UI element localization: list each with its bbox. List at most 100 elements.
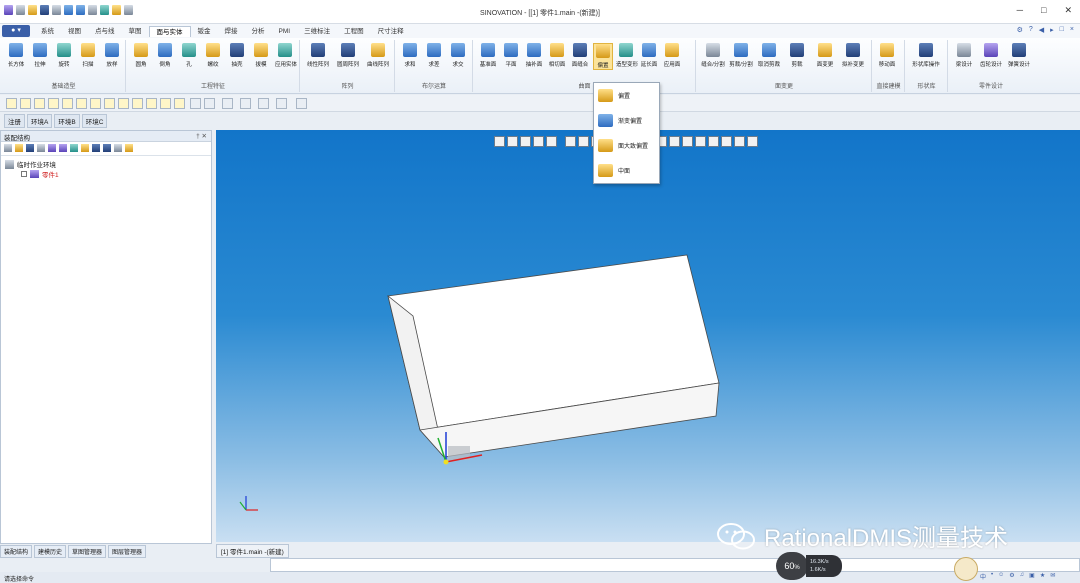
color-icon[interactable]: [59, 144, 67, 152]
edit-icon[interactable]: [48, 144, 56, 152]
dimension-tool-icon[interactable]: [132, 98, 143, 109]
refresh-icon[interactable]: [114, 144, 122, 152]
apply-solid-button[interactable]: 应用实体: [275, 43, 297, 68]
tab-sketch-manager[interactable]: 草图管理器: [68, 545, 107, 558]
loft-button[interactable]: 放样: [102, 43, 122, 68]
menu-item-variable-offset[interactable]: 渐变偏置: [594, 108, 659, 133]
gear-design-button[interactable]: 齿轮设计: [979, 43, 1003, 68]
boolean-union-button[interactable]: 求和: [400, 43, 420, 68]
chamfer-button[interactable]: 倒角: [155, 43, 175, 68]
linear-pattern-button[interactable]: 线性阵列: [305, 43, 331, 68]
prev-icon[interactable]: ◀: [1039, 26, 1044, 34]
sweep-button[interactable]: 扫描: [78, 43, 98, 68]
document-tab[interactable]: [1] 零件1.main -(新建): [216, 544, 289, 558]
link-icon[interactable]: [70, 144, 78, 152]
ime-icon[interactable]: 中: [980, 572, 986, 581]
spring-design-button[interactable]: 弹簧设计: [1007, 43, 1031, 68]
draft-button[interactable]: 拔模: [251, 43, 271, 68]
tool-icon[interactable]: ⚙: [1009, 572, 1014, 581]
tangent-surface-button[interactable]: 相切面: [547, 43, 567, 70]
env-tab-b[interactable]: 环境B: [54, 114, 80, 128]
line-tool-icon[interactable]: [20, 98, 31, 109]
face-modify-button[interactable]: 面变更: [813, 43, 837, 68]
datum-plane-button[interactable]: 基准面: [478, 43, 498, 70]
circular-pattern-button[interactable]: 圆周阵列: [335, 43, 361, 68]
fit-modify-button[interactable]: 拟补变更: [841, 43, 865, 68]
smile-icon[interactable]: ☺: [998, 572, 1004, 581]
help-icon[interactable]: [125, 144, 133, 152]
tab-sheet-metal[interactable]: 钣金: [191, 26, 218, 37]
constraint-tool-icon[interactable]: [146, 98, 157, 109]
beam-design-button[interactable]: 梁设计: [953, 43, 975, 68]
polyline-tool-icon[interactable]: [34, 98, 45, 109]
box-button[interactable]: 长方体: [6, 43, 26, 68]
filter-icon[interactable]: [81, 144, 89, 152]
settings-icon[interactable]: ⚙: [1017, 26, 1023, 34]
pointer-icon[interactable]: [296, 98, 307, 109]
auto-icon[interactable]: [190, 98, 201, 109]
close-button[interactable]: ✕: [1064, 5, 1072, 16]
curve-tool-icon[interactable]: [76, 98, 87, 109]
app-menu-button[interactable]: ● ▾: [2, 25, 30, 37]
dot-icon[interactable]: •: [991, 572, 993, 581]
pin-close-icon[interactable]: † ✕: [196, 132, 207, 140]
tab-history[interactable]: 建模历史: [34, 545, 67, 558]
shape-library-button[interactable]: 形状库操作: [910, 43, 942, 68]
trim-tool-icon[interactable]: [160, 98, 171, 109]
boolean-intersect-button[interactable]: 求交: [448, 43, 468, 68]
save-icon[interactable]: [4, 144, 12, 152]
hole-button[interactable]: 孔: [179, 43, 199, 68]
menu-item-mid-surface[interactable]: 中面: [594, 158, 659, 183]
move-face-button[interactable]: 移动面: [877, 43, 897, 68]
tab-sketch[interactable]: 草图: [122, 26, 149, 37]
fillet-button[interactable]: 圆角: [131, 43, 151, 68]
trim-button[interactable]: 剪裁: [785, 43, 809, 68]
trim-split-button[interactable]: 剪裁/分割: [729, 43, 753, 68]
add-component-icon[interactable]: [15, 144, 23, 152]
sew-surface-button[interactable]: 面缝合: [570, 43, 590, 70]
env-tab-register[interactable]: 注册: [4, 114, 25, 128]
tree-item-part[interactable]: 零件1: [5, 169, 207, 179]
offset-button[interactable]: 偏置: [593, 43, 613, 70]
point-tool-icon[interactable]: [6, 98, 17, 109]
find-next-icon[interactable]: [103, 144, 111, 152]
tab-dimension[interactable]: 尺寸注释: [371, 26, 411, 37]
visibility-checkbox[interactable]: [21, 171, 27, 177]
curve-pattern-button[interactable]: 曲线阵列: [365, 43, 391, 68]
help-icon[interactable]: ?: [1029, 26, 1033, 34]
wave-style-icon[interactable]: [258, 98, 269, 109]
mascot-icon[interactable]: [954, 557, 978, 581]
tab-layer-manager[interactable]: 图层管理器: [108, 545, 147, 558]
extrude-button[interactable]: 拉伸: [30, 43, 50, 68]
tab-analysis[interactable]: 分析: [245, 26, 272, 37]
arc-tool-icon[interactable]: [48, 98, 59, 109]
slot-tool-icon[interactable]: [104, 98, 115, 109]
remove-component-icon[interactable]: [26, 144, 34, 152]
3d-viewport[interactable]: [216, 130, 1080, 542]
env-tab-c[interactable]: 环境C: [81, 114, 108, 128]
fit-icon[interactable]: [204, 98, 215, 109]
tab-pmi[interactable]: PMI: [272, 26, 298, 37]
minimize-button[interactable]: ─: [1017, 5, 1023, 16]
sew-split-button[interactable]: 缝合/分割: [701, 43, 725, 68]
tab-point-line[interactable]: 点与线: [88, 26, 122, 37]
next-icon[interactable]: ▸: [1050, 26, 1054, 34]
shape-deform-button[interactable]: 造型变形: [616, 43, 638, 70]
thin-style-icon[interactable]: [276, 98, 287, 109]
restore-icon[interactable]: □: [1060, 26, 1064, 34]
patch-surface-button[interactable]: 抽补面: [524, 43, 544, 70]
menu-item-offset[interactable]: 偏置: [594, 83, 659, 108]
mail-icon[interactable]: ✉: [1050, 572, 1055, 581]
shell-button[interactable]: 抽壳: [227, 43, 247, 68]
ins-icon[interactable]: [37, 144, 45, 152]
line-style-icon[interactable]: [222, 98, 233, 109]
find-icon[interactable]: [92, 144, 100, 152]
tab-assembly[interactable]: 装配结构: [0, 545, 33, 558]
tab-drawing[interactable]: 工程图: [337, 26, 371, 37]
tree-root[interactable]: 临时作业环境: [5, 159, 207, 169]
plane-button[interactable]: 平面: [501, 43, 521, 70]
tab-system[interactable]: 系统: [34, 26, 61, 37]
close-doc-icon[interactable]: ×: [1070, 26, 1074, 34]
dash-style-icon[interactable]: [240, 98, 251, 109]
tab-3d-annotation[interactable]: 三维标注: [297, 26, 337, 37]
